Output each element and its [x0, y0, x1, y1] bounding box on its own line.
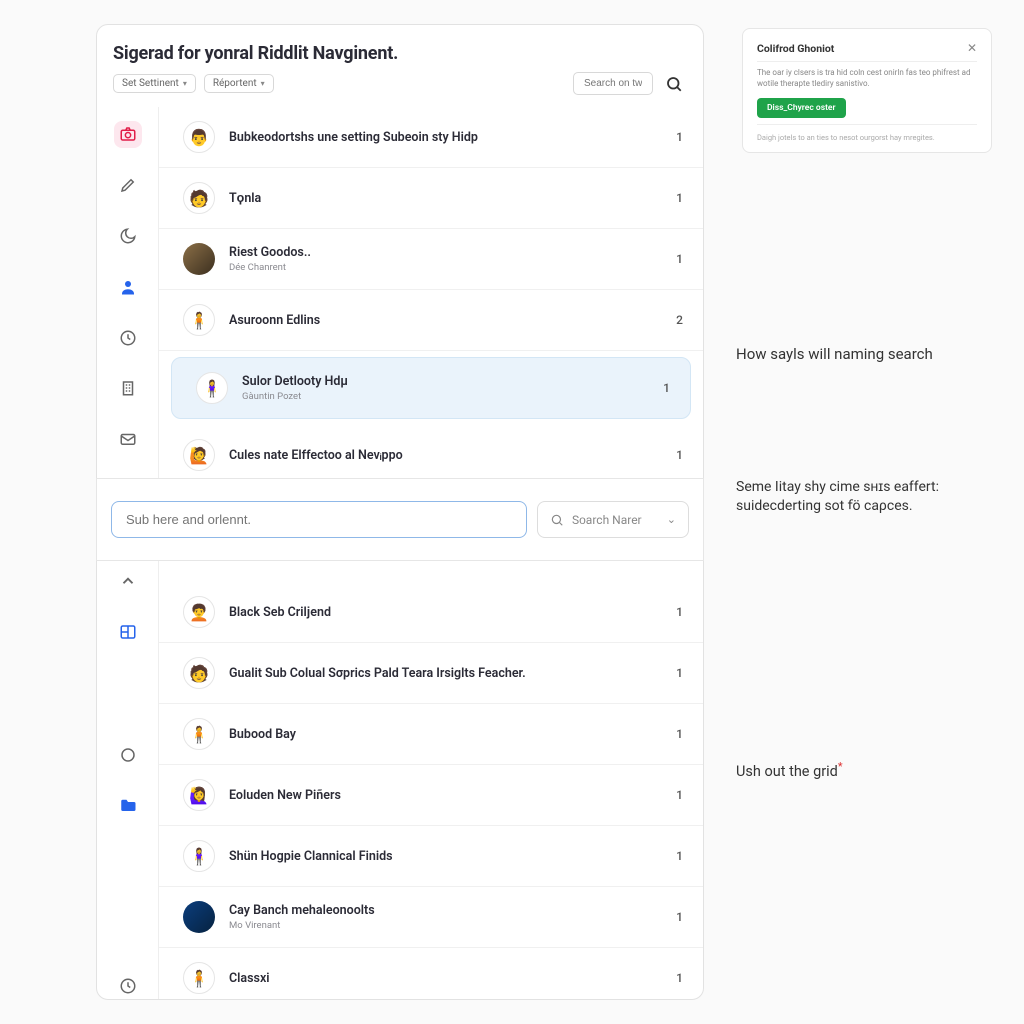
info-card-footer: Daigh jotels to an ties to nesot ourgors…: [757, 133, 977, 142]
rail-clock2-icon[interactable]: [114, 972, 142, 999]
list-item-count: 1: [676, 191, 683, 205]
list-item-title: Asuroonn Edlins: [229, 313, 662, 328]
list-item-title: Cules nate Elffectoo al Nevᵢppo: [229, 448, 662, 463]
list-item-count: 1: [676, 605, 683, 619]
avatar: 🧑: [183, 657, 215, 689]
rail-clock-icon[interactable]: [114, 324, 142, 351]
list-item-count: 1: [676, 666, 683, 680]
mid-search-input[interactable]: [111, 501, 527, 538]
list-item-title: Gualit Sub Colual Sσprics Pald Teara Irs…: [229, 666, 662, 681]
list-item[interactable]: 🧍 Asuroonn Edlins 2: [159, 290, 703, 351]
list-item-title: Riest Goodos..: [229, 245, 662, 260]
list-item[interactable]: Cay Banch mehaleonoolts Mo Virenant 1: [159, 887, 703, 948]
avatar: [183, 901, 215, 933]
list-item-title: Shün Hogpie Clannical Finids: [229, 849, 662, 864]
close-icon[interactable]: ✕: [967, 41, 977, 55]
rail-folder-icon[interactable]: [114, 792, 142, 819]
rail-building-icon[interactable]: [114, 375, 142, 402]
list-item-title: Classxi: [229, 971, 662, 986]
list-item[interactable]: 🧑 Gualit Sub Colual Sσprics Pald Teara Ir…: [159, 643, 703, 704]
rail-circle-icon[interactable]: [114, 741, 142, 768]
list-item[interactable]: 🧑 Tϙnla 1: [159, 168, 703, 229]
list-item-count: 1: [676, 130, 683, 144]
rail-edit-icon[interactable]: [114, 172, 142, 199]
list-item-title: Cay Banch mehaleonoolts: [229, 903, 662, 918]
rail-moon-icon[interactable]: [114, 223, 142, 250]
page-title: Sigerad for yonral Riddlit Navginent.: [113, 43, 685, 64]
list-item-count: 1: [676, 971, 683, 985]
side-note-3: Ush out the grid*: [736, 760, 966, 781]
list-item-title: Black Seb Crilϳend: [229, 605, 662, 620]
header-search-input[interactable]: [573, 72, 653, 95]
avatar: 🙋‍♀️: [183, 779, 215, 811]
header-toolbar: Set Settinent Réportent: [113, 72, 685, 95]
list-item-count: 1: [676, 910, 683, 924]
asterisk-icon: *: [838, 760, 843, 773]
side-note-2: Seme Iitay shy cime sʜɪs eaffert: suidec…: [736, 478, 966, 516]
list-item-count: 1: [676, 727, 683, 741]
list-item-title: Sulor Detlooty Hdμ: [242, 374, 649, 389]
avatar: [183, 243, 215, 275]
list-item[interactable]: 🧍‍♀️ Shün Hogpie Clannical Finids 1: [159, 826, 703, 887]
list-item-count: 1: [676, 849, 683, 863]
rail-layout-icon[interactable]: [114, 619, 142, 646]
rail-user-icon[interactable]: [114, 273, 142, 300]
avatar: 👨: [183, 121, 215, 153]
rail-chevron-up-icon[interactable]: [114, 568, 142, 595]
list-item-subtitle: Dée Chanrent: [229, 262, 662, 273]
info-card-desc: The oar iy clsers is tra hid coln cest o…: [757, 68, 977, 90]
avatar: 🧑‍🦱: [183, 596, 215, 628]
side-note-1: How sayls will naming search: [736, 344, 966, 364]
mid-search-scope-label: Sᴏarch Narer: [572, 513, 642, 527]
list-item[interactable]: 👨 Bubkeodortshs une setting Subeoin sty H…: [159, 107, 703, 168]
avatar: 🧍‍♀️: [196, 372, 228, 404]
rail-camera-icon[interactable]: [114, 121, 142, 148]
panel-header: Sigerad for yonral Riddlit Navginent. Se…: [97, 25, 703, 107]
avatar: 🧍: [183, 304, 215, 336]
list-item[interactable]: 🙋‍♀️ Eoluden New Piñers 1: [159, 765, 703, 826]
mid-search-bar: Sᴏarch Narer ⌄: [96, 478, 704, 561]
header-search: [573, 72, 685, 95]
list-item-count: 1: [663, 381, 670, 395]
list-item-subtitle: Mo Virenant: [229, 920, 662, 931]
list-item-subtitle: Gàuntin Pozet: [242, 391, 649, 402]
list-item-title: Bubood Bay: [229, 727, 662, 742]
filter-chip-2[interactable]: Réportent: [204, 74, 274, 93]
search-icon[interactable]: [663, 73, 685, 95]
list-item-title: Tϙnla: [229, 191, 662, 206]
info-card: Colifrod Ghoniot ✕ The oar iy clsers is …: [742, 28, 992, 153]
list-item-count: 1: [676, 252, 683, 266]
list-item[interactable]: Riest Goodos.. Dée Chanrent 1: [159, 229, 703, 290]
avatar: 🙋: [183, 439, 215, 471]
chevron-down-icon: ⌄: [667, 513, 676, 526]
list-item-title: Eoluden New Piñers: [229, 788, 662, 803]
mid-search-scope[interactable]: Sᴏarch Narer ⌄: [537, 501, 689, 538]
list-item-count: 1: [676, 788, 683, 802]
avatar: 🧍: [183, 962, 215, 994]
list-item-title: Bubkeodortshs une setting Subeoin sty Hi…: [229, 130, 662, 145]
avatar: 🧍‍♀️: [183, 840, 215, 872]
list-item-count: 1: [676, 448, 683, 462]
list-item[interactable]: 🧍 Bubood Bay 1: [159, 704, 703, 765]
info-card-button[interactable]: Diss_Chyrec oster: [757, 98, 846, 118]
list-item[interactable]: 🧍 Classxi 1: [159, 948, 703, 999]
list-item[interactable]: 🧍‍♀️ Sulor Detlooty Hdμ Gàuntin Pozet 1: [171, 357, 691, 419]
list-item[interactable]: 🧑‍🦱 Black Seb Crilϳend 1: [159, 582, 703, 643]
info-card-title: Colifrod Ghoniot: [757, 42, 834, 55]
list-item-count: 2: [676, 313, 683, 327]
filter-chip-1[interactable]: Set Settinent: [113, 74, 196, 93]
avatar: 🧍: [183, 718, 215, 750]
avatar: 🧑: [183, 182, 215, 214]
list-item[interactable]: 🙋 Cules nate Elffectoo al Nevᵢppo 1: [159, 425, 703, 486]
rail-mail-icon[interactable]: [114, 426, 142, 453]
